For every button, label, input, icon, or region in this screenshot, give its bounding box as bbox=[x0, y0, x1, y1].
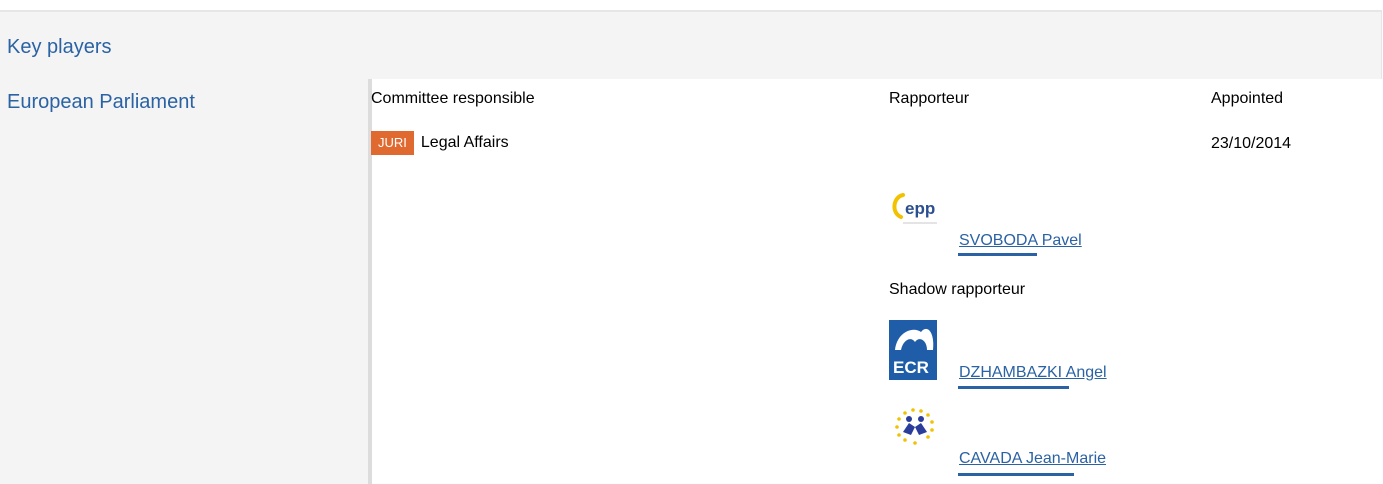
rapporteur-underline bbox=[958, 253, 1037, 256]
shadow-rapporteur-entry: ECR DZHAMBAZKI Angel bbox=[889, 320, 1149, 390]
alde-logo-icon bbox=[889, 404, 962, 476]
key-players-header: Key players bbox=[0, 10, 1382, 79]
appointed-header: Appointed bbox=[1211, 90, 1284, 107]
shadow-rapporteur-underline bbox=[958, 386, 1069, 389]
panel-title: Key players bbox=[7, 36, 112, 58]
committee-badge[interactable]: JURI bbox=[371, 131, 414, 155]
ecr-logo-icon: ECR bbox=[889, 320, 937, 380]
rapporteur-header: Rapporteur bbox=[889, 90, 970, 107]
epp-logo-icon: epp bbox=[889, 187, 962, 259]
institution-name[interactable]: European Parliament bbox=[7, 91, 195, 114]
appointed-date: 23/10/2014 bbox=[1211, 135, 1292, 152]
shadow-rapporteur-underline bbox=[958, 473, 1074, 476]
shadow-rapporteur-name-link[interactable]: DZHAMBAZKI Angel bbox=[959, 364, 1107, 382]
committee-header: Committee responsible bbox=[371, 90, 535, 107]
key-players-page: Key players European Parliament Committe… bbox=[0, 0, 1383, 484]
svg-text:epp: epp bbox=[905, 199, 935, 218]
shadow-rapporteur-entry: CAVADA Jean-Marie bbox=[889, 404, 1149, 476]
committee-name: Legal Affairs bbox=[420, 134, 509, 151]
rapporteur-entry: epp SVOBODA Pavel bbox=[889, 187, 1149, 259]
committee-row: JURI Legal Affairs bbox=[371, 131, 509, 155]
shadow-rapporteur-label: Shadow rapporteur bbox=[889, 281, 1026, 298]
institution-column: European Parliament bbox=[0, 79, 372, 484]
rapporteur-name-link[interactable]: SVOBODA Pavel bbox=[959, 232, 1082, 250]
shadow-rapporteur-name-link[interactable]: CAVADA Jean-Marie bbox=[959, 450, 1106, 468]
svg-text:ECR: ECR bbox=[893, 358, 929, 377]
